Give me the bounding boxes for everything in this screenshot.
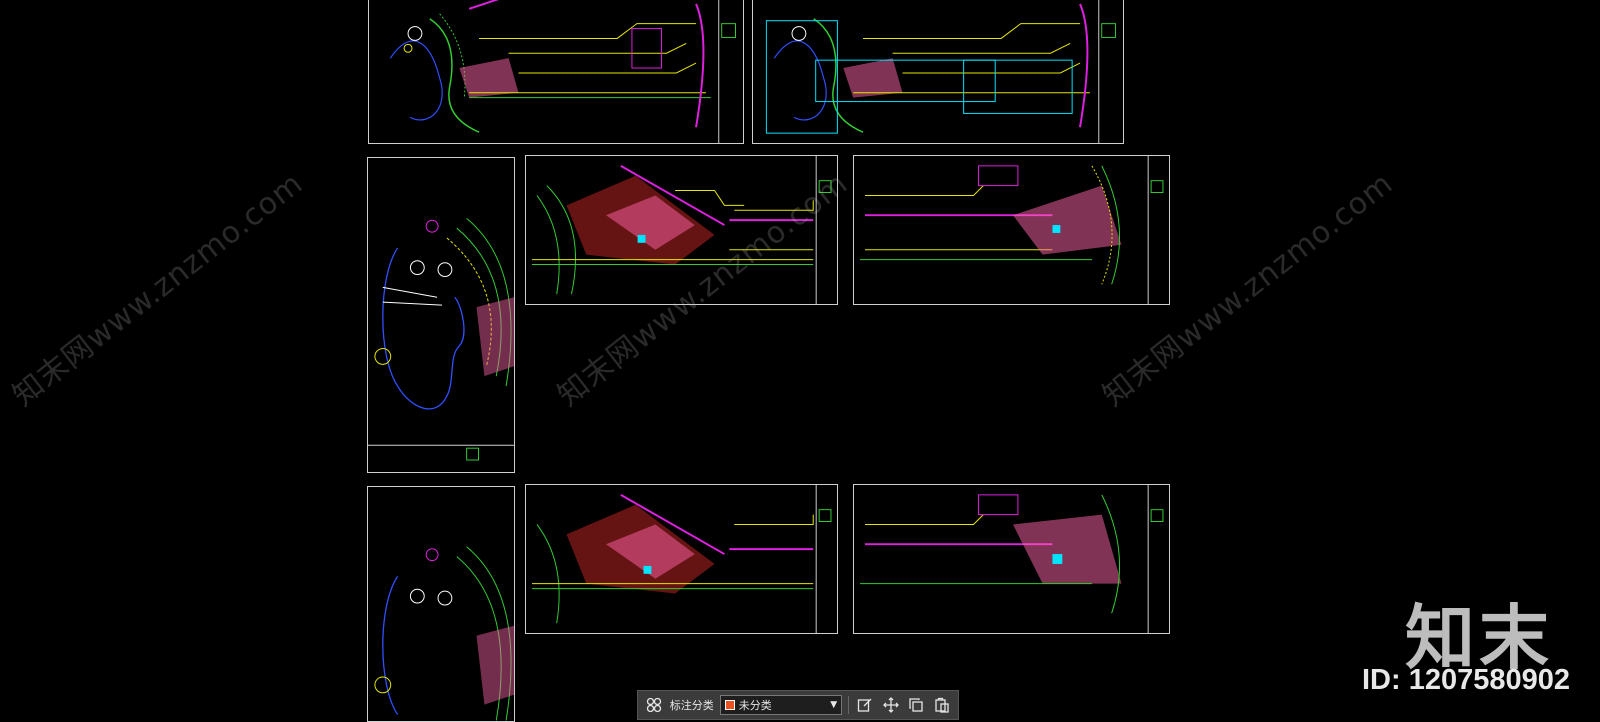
category-color-swatch xyxy=(724,700,735,710)
category-label: 标注分类 xyxy=(669,699,714,712)
drawing-sheet-bottom-right[interactable] xyxy=(853,484,1170,634)
building-plan-drawing xyxy=(532,485,832,633)
edit-icon[interactable] xyxy=(855,695,875,715)
move-icon[interactable] xyxy=(881,695,901,715)
drawing-sheet-middle-right[interactable] xyxy=(853,155,1170,305)
building-plan-drawing xyxy=(860,156,1164,304)
site-plan-drawing xyxy=(765,0,1117,143)
annotation-toolbar: 标注分类 未分类 ▼ xyxy=(637,690,959,720)
category-select-value: 未分类 xyxy=(738,699,772,712)
copy-icon[interactable] xyxy=(907,695,927,715)
drawing-sheet-top-left[interactable] xyxy=(368,0,744,144)
lake-plan-drawing xyxy=(368,217,514,461)
site-plan-drawing xyxy=(389,0,736,143)
chevron-down-icon: ▼ xyxy=(830,700,838,710)
watermark-text: 知末网www.znzmo.com xyxy=(6,165,310,414)
building-plan-drawing xyxy=(532,156,832,304)
lake-plan-drawing xyxy=(374,546,514,721)
drawing-sheet-portrait-bottom[interactable] xyxy=(367,486,515,722)
drawing-sheet-middle-center[interactable] xyxy=(525,155,838,305)
drawing-sheet-bottom-center[interactable] xyxy=(525,484,838,634)
drawing-sheet-portrait-middle[interactable] xyxy=(367,157,515,473)
toolbar-divider xyxy=(848,696,850,714)
paste-icon[interactable] xyxy=(932,695,952,715)
building-plan-drawing xyxy=(860,485,1164,633)
drawing-sheet-top-right[interactable] xyxy=(752,0,1124,144)
category-select[interactable]: 未分类 ▼ xyxy=(719,695,843,715)
resource-id: ID: 1207580902 xyxy=(1362,664,1570,696)
grid-icon[interactable] xyxy=(644,695,664,715)
